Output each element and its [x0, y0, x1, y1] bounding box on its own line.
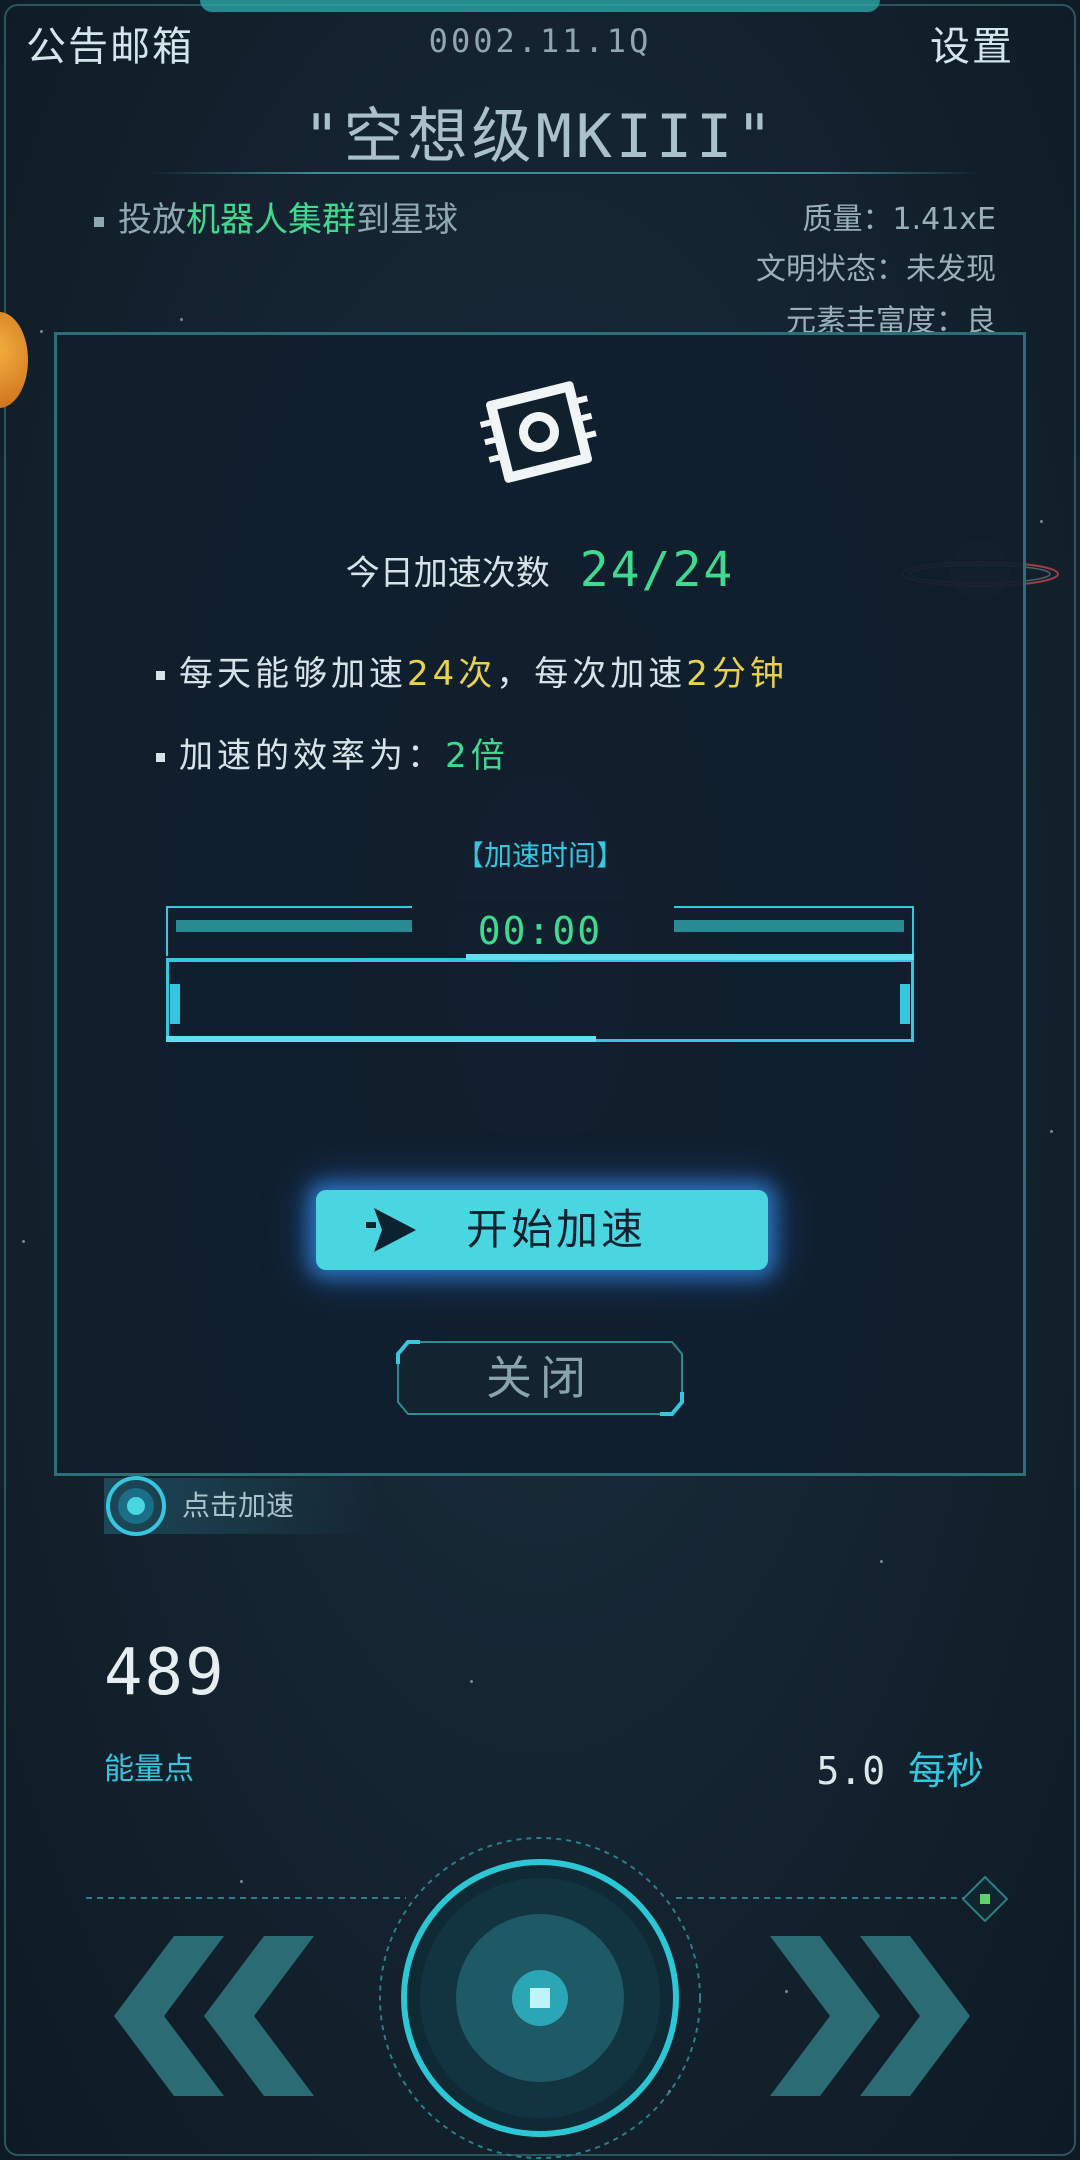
- mission-prefix: 投放: [118, 200, 186, 240]
- ship-name: "空想级MKIII": [303, 102, 777, 172]
- target-icon: [106, 1476, 166, 1536]
- ship-divider: [150, 172, 980, 174]
- planet-mass: 质量：1.41xE: [802, 202, 996, 237]
- star: [240, 1880, 243, 1883]
- star: [22, 1240, 25, 1243]
- star: [1050, 1130, 1053, 1133]
- start-boost-button[interactable]: 开始加速: [316, 1190, 768, 1270]
- rule2-multiplier: 2倍: [445, 736, 509, 776]
- boost-timer: 00:00: [166, 902, 914, 1042]
- boost-time-title: 【加速时间】: [455, 839, 624, 872]
- energy-rate: 5.0 每秒: [816, 1740, 984, 1795]
- energy-label: 能量点: [104, 1752, 194, 1787]
- energy-rate-unit: 每秒: [907, 1749, 984, 1793]
- mission-text: 投放机器人集群到星球: [94, 192, 458, 241]
- rule1-text-a: 每天能够加速: [179, 654, 407, 694]
- star: [1040, 520, 1043, 523]
- bullet-icon: [94, 216, 104, 227]
- mission-highlight: 机器人集群: [186, 200, 356, 240]
- timer-cap-left: [170, 984, 180, 1024]
- close-button[interactable]: 关闭: [396, 1340, 684, 1416]
- timer-bottom-highlight: [166, 1036, 596, 1042]
- settings-link[interactable]: 设置: [930, 14, 1014, 72]
- star: [470, 1680, 473, 1683]
- close-label: 关闭: [486, 1351, 594, 1405]
- rule1-text-c: ，每次加速: [496, 654, 687, 694]
- play-icon: [366, 1208, 416, 1252]
- click-boost-button[interactable]: 点击加速: [104, 1476, 374, 1536]
- start-boost-label: 开始加速: [466, 1205, 647, 1254]
- energy-rate-value: 5.0: [816, 1749, 886, 1793]
- star: [180, 318, 183, 321]
- next-chevron-icon[interactable]: [760, 1936, 980, 2096]
- today-boost-value: 24/24: [579, 542, 735, 598]
- rule1-duration: 2分钟: [686, 654, 788, 694]
- chip-icon: [480, 381, 597, 483]
- star: [880, 1560, 883, 1563]
- game-date: 0002.11.1Q: [428, 22, 652, 60]
- mission-suffix: 到星球: [356, 200, 458, 240]
- timer-progress-frame: [166, 962, 914, 1042]
- diamond-indicator-icon: [962, 1876, 1008, 1922]
- top-accent-bar: [200, 0, 880, 12]
- rule2-text-a: 加速的效率为：: [179, 736, 445, 776]
- bullet-icon: [156, 671, 165, 680]
- timer-highlight: [466, 954, 914, 960]
- star: [40, 330, 43, 333]
- previous-chevron-icon[interactable]: [104, 1936, 324, 2096]
- today-boost-label: 今日加速次数: [345, 553, 550, 594]
- today-boost-count: 今日加速次数 24/24: [0, 542, 1080, 598]
- energy-value: 489: [104, 1636, 226, 1710]
- rule-efficiency: 加速的效率为：2倍: [156, 728, 509, 777]
- click-boost-label: 点击加速: [182, 1489, 295, 1522]
- bullet-icon: [156, 753, 165, 762]
- center-action-button[interactable]: [378, 1836, 702, 2160]
- rule-daily-boosts: 每天能够加速24次，每次加速2分钟: [156, 646, 788, 695]
- planet-civilization: 文明状态：未发现: [756, 252, 996, 287]
- timer-value: 00:00: [477, 909, 603, 953]
- rule1-count: 24次: [407, 654, 497, 694]
- timer-cap-right: [900, 984, 910, 1024]
